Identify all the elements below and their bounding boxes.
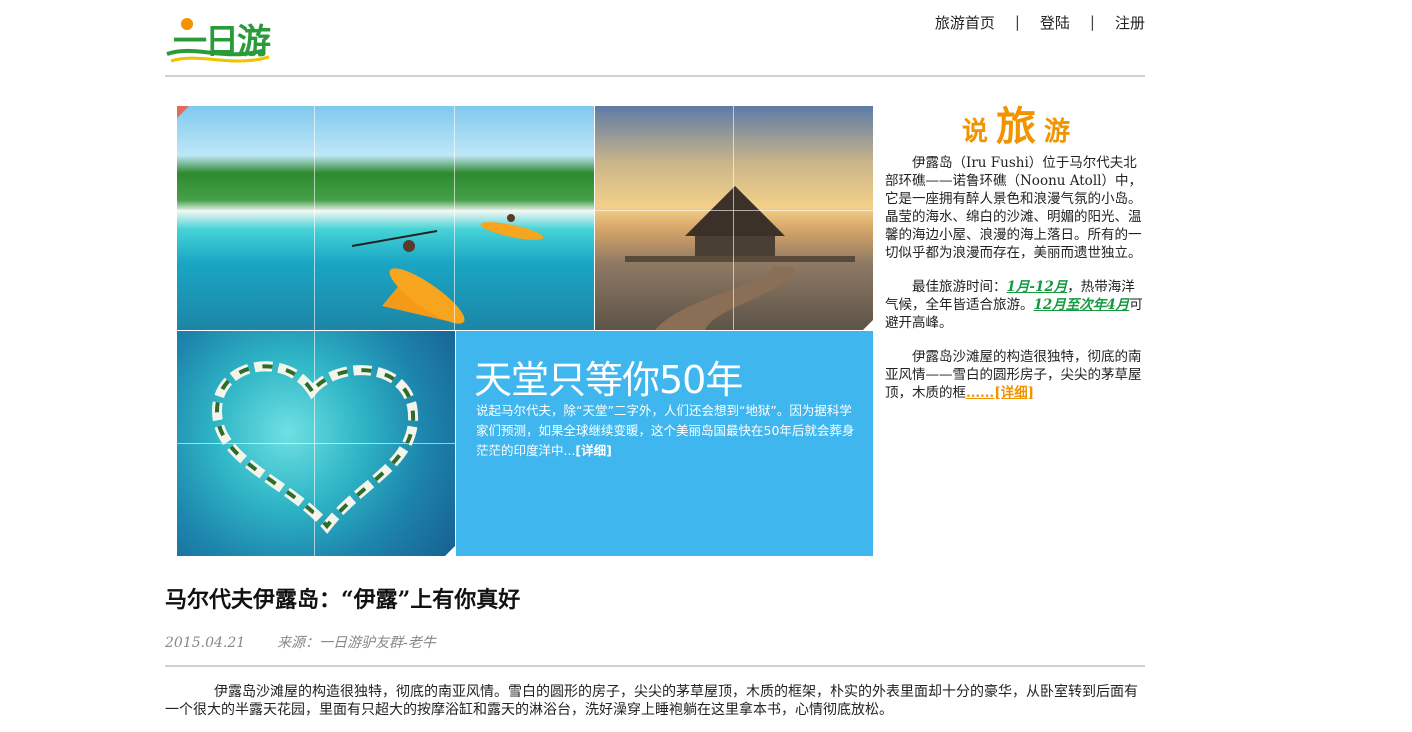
article-divider bbox=[165, 665, 1145, 667]
promo-description: 说起马尔代夫，除“天堂”二字外，人们还会想到“地狱”。因为据科学家们预测，如果全… bbox=[476, 403, 855, 458]
grid-line bbox=[177, 210, 594, 211]
header-divider bbox=[165, 75, 1145, 77]
season-highlight-offpeak: 12月至次年4月 bbox=[1033, 297, 1130, 313]
travel-sidebar: 说旅游 伊露岛（Iru Fushi）位于马尔代夫北部环礁——诺鲁环礁（Noonu… bbox=[885, 100, 1147, 418]
sidebar-paragraph-season: 最佳旅游时间：1月-12月，热带海洋气候，全年皆适合旅游。12月至次年4月可避开… bbox=[885, 278, 1147, 332]
sidebar-heading: 说旅游 bbox=[885, 100, 1147, 154]
article-source: 来源：一日游驴友群-老牛 bbox=[277, 635, 436, 651]
grid-line bbox=[314, 106, 315, 330]
page: 一日游 旅游首页 | 登陆 | 注册 天堂只等你50年 说起马尔代夫，除“天堂”… bbox=[165, 0, 1145, 732]
promo-panel: 天堂只等你50年 说起马尔代夫，除“天堂”二字外，人们还会想到“地狱”。因为据科… bbox=[456, 331, 873, 556]
corner-marker bbox=[177, 106, 189, 118]
corner-marker bbox=[445, 546, 455, 556]
article-meta: 2015.04.21 来源：一日游驴友群-老牛 bbox=[165, 632, 436, 652]
nav-separator: | bbox=[1089, 13, 1095, 31]
site-logo[interactable]: 一日游 bbox=[165, 10, 275, 66]
promo-more-link[interactable]: [详细] bbox=[575, 443, 611, 458]
nav-login-link[interactable]: 登陆 bbox=[1040, 12, 1070, 33]
nav-register-link[interactable]: 注册 bbox=[1115, 12, 1145, 33]
sidebar-heading-right: 游 bbox=[1044, 117, 1071, 147]
article-body: 伊露岛沙滩屋的构造很独特，彻底的南亚风情。雪白的圆形的房子，尖尖的茅草屋顶，木质… bbox=[165, 684, 1138, 718]
heart-island-image[interactable] bbox=[177, 331, 455, 556]
kayak-illustration bbox=[351, 214, 544, 324]
season-prefix: 最佳旅游时间： bbox=[912, 279, 1007, 295]
promo-text: 说起马尔代夫，除“天堂”二字外，人们还会想到“地狱”。因为据科学家们预测，如果全… bbox=[476, 401, 861, 461]
sidebar-paragraph-villa: 伊露岛沙滩屋的构造很独特，彻底的南亚风情——雪白的圆形房子，尖尖的茅草屋顶，木质… bbox=[885, 348, 1147, 402]
overwater-villa-image[interactable] bbox=[595, 106, 873, 330]
nav-separator: | bbox=[1014, 13, 1020, 31]
sidebar-heading-left: 说 bbox=[961, 117, 988, 147]
feature-grid: 天堂只等你50年 说起马尔代夫，除“天堂”二字外，人们还会想到“地狱”。因为据科… bbox=[177, 106, 873, 556]
kayak-lagoon-image[interactable] bbox=[177, 106, 594, 330]
villa-illustration bbox=[625, 186, 855, 330]
nav-home-link[interactable]: 旅游首页 bbox=[935, 12, 995, 33]
promo-title: 天堂只等你50年 bbox=[474, 358, 743, 402]
sidebar-paragraph-intro: 伊露岛（Iru Fushi）位于马尔代夫北部环礁——诺鲁环礁（Noonu Ato… bbox=[885, 155, 1142, 261]
top-nav: 旅游首页 | 登陆 | 注册 bbox=[935, 10, 1145, 34]
article-date: 2015.04.21 bbox=[165, 635, 246, 651]
grid-line bbox=[454, 106, 455, 330]
logo-text: 一日游 bbox=[173, 22, 271, 62]
grid-line bbox=[595, 210, 873, 211]
corner-marker bbox=[863, 320, 873, 330]
sidebar-more-link[interactable]: ......[详细] bbox=[966, 385, 1034, 401]
season-highlight-months: 1月-12月 bbox=[1006, 279, 1068, 295]
sidebar-heading-mid: 旅 bbox=[996, 104, 1036, 150]
grid-line bbox=[733, 106, 734, 330]
article-title: 马尔代夫伊露岛：“伊露”上有你真好 bbox=[165, 587, 521, 613]
grid-line bbox=[177, 443, 455, 444]
